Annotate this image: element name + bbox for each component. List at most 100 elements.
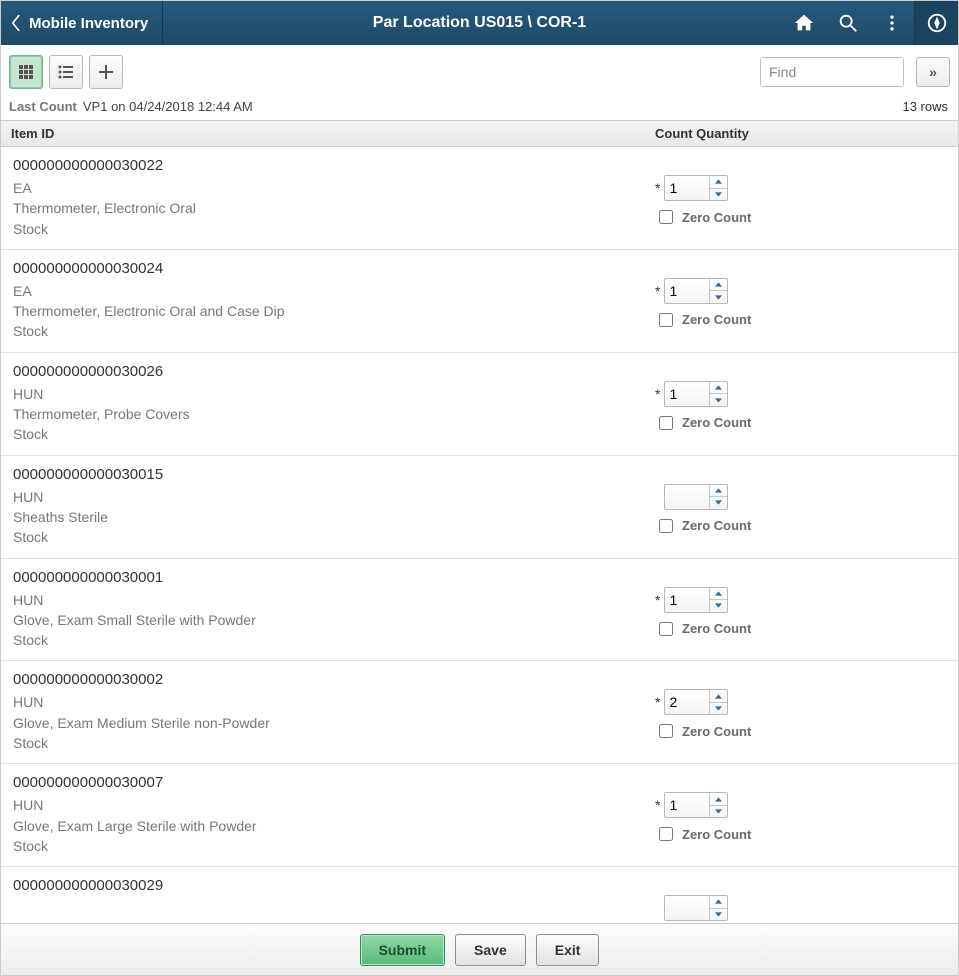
step-up-icon[interactable] <box>710 176 727 189</box>
item-description: Sheaths Sterile <box>13 507 649 527</box>
quantity-input[interactable] <box>665 176 709 200</box>
step-up-icon[interactable] <box>710 382 727 395</box>
item-stock: Stock <box>13 630 649 650</box>
quantity-stepper[interactable] <box>664 175 728 201</box>
quantity-stepper[interactable] <box>664 278 728 304</box>
zero-count-label[interactable]: Zero Count <box>682 210 751 225</box>
step-down-icon[interactable] <box>710 600 727 612</box>
toolbar: » <box>1 45 958 97</box>
step-down-icon[interactable] <box>710 806 727 818</box>
step-down-icon[interactable] <box>710 189 727 201</box>
table-row: 000000000000030026 HUNThermometer, Probe … <box>1 353 958 456</box>
required-indicator: * <box>655 592 660 608</box>
item-list[interactable]: 000000000000030022EAThermometer, Electro… <box>1 147 958 923</box>
chevrons-right-icon: » <box>929 64 937 80</box>
item-stock: Stock <box>13 321 649 341</box>
item-stock: Stock <box>13 836 649 856</box>
step-up-icon[interactable] <box>710 793 727 806</box>
quantity-stepper[interactable] <box>664 689 728 715</box>
table-row: 000000000000030024EAThermometer, Electro… <box>1 250 958 353</box>
item-description: Glove, Exam Small Sterile with Powder <box>13 610 649 630</box>
quantity-stepper[interactable] <box>664 895 728 921</box>
footer: Submit Save Exit <box>1 923 958 975</box>
kebab-menu-icon[interactable] <box>870 1 914 45</box>
zero-count-label[interactable]: Zero Count <box>682 621 751 636</box>
item-stock: Stock <box>13 219 649 239</box>
zero-count-checkbox[interactable] <box>659 210 673 224</box>
step-down-icon[interactable] <box>710 703 727 715</box>
submit-button[interactable]: Submit <box>360 934 445 966</box>
quantity-stepper[interactable] <box>664 792 728 818</box>
quantity-input[interactable] <box>665 279 709 303</box>
quantity-input[interactable] <box>665 588 709 612</box>
step-down-icon[interactable] <box>710 291 727 303</box>
item-description: Glove, Exam Medium Sterile non-Powder <box>13 713 649 733</box>
quantity-input[interactable] <box>665 690 709 714</box>
zero-count-checkbox[interactable] <box>659 416 673 430</box>
quantity-input[interactable] <box>665 896 709 920</box>
zero-count-checkbox[interactable] <box>659 724 673 738</box>
item-id: 000000000000030026 <box>13 363 649 380</box>
zero-count-checkbox[interactable] <box>659 827 673 841</box>
item-description: Thermometer, Probe Covers <box>13 404 649 424</box>
last-count-label: Last Count <box>9 99 77 114</box>
item-id: 000000000000030007 <box>13 774 649 791</box>
column-header: Item ID Count Quantity <box>1 120 958 147</box>
item-id: 000000000000030029 <box>13 877 649 894</box>
item-stock: Stock <box>13 424 649 444</box>
item-uom: HUN <box>13 590 649 610</box>
chevron-left-icon <box>7 14 25 32</box>
zero-count-label[interactable]: Zero Count <box>682 827 751 842</box>
zero-count-checkbox[interactable] <box>659 519 673 533</box>
back-label: Mobile Inventory <box>29 15 148 32</box>
item-description: Thermometer, Electronic Oral and Case Di… <box>13 301 649 321</box>
list-view-button[interactable] <box>49 55 83 89</box>
table-row: 000000000000030007 HUNGlove, Exam Large S… <box>1 764 958 867</box>
step-up-icon[interactable] <box>710 690 727 703</box>
save-button[interactable]: Save <box>455 934 526 966</box>
zero-count-label[interactable]: Zero Count <box>682 312 751 327</box>
grid-view-button[interactable] <box>9 55 43 89</box>
step-up-icon[interactable] <box>710 588 727 601</box>
search-icon[interactable] <box>826 1 870 45</box>
zero-count-label[interactable]: Zero Count <box>682 724 751 739</box>
quantity-stepper[interactable] <box>664 381 728 407</box>
item-id: 000000000000030015 <box>13 466 649 483</box>
table-row: 000000000000030029*Zero Count <box>1 867 958 923</box>
quantity-stepper[interactable] <box>664 587 728 613</box>
step-up-icon[interactable] <box>710 485 727 498</box>
required-indicator: * <box>655 386 660 402</box>
item-id: 000000000000030002 <box>13 671 649 688</box>
quantity-input[interactable] <box>665 485 709 509</box>
step-up-icon[interactable] <box>710 279 727 292</box>
zero-count-checkbox[interactable] <box>659 622 673 636</box>
item-uom: EA <box>13 178 649 198</box>
home-icon[interactable] <box>782 1 826 45</box>
item-uom: EA <box>13 281 649 301</box>
step-down-icon[interactable] <box>710 497 727 509</box>
back-button[interactable]: Mobile Inventory <box>1 1 163 45</box>
exit-button[interactable]: Exit <box>536 934 600 966</box>
item-description: Glove, Exam Large Sterile with Powder <box>13 816 649 836</box>
quantity-stepper[interactable] <box>664 484 728 510</box>
step-down-icon[interactable] <box>710 394 727 406</box>
expand-button[interactable]: » <box>916 57 950 87</box>
quantity-input[interactable] <box>665 382 709 406</box>
compass-icon[interactable] <box>914 1 958 45</box>
item-id: 000000000000030001 <box>13 569 649 586</box>
quantity-input[interactable] <box>665 793 709 817</box>
item-uom: HUN <box>13 384 649 404</box>
item-uom: HUN <box>13 795 649 815</box>
step-down-icon[interactable] <box>710 909 727 921</box>
zero-count-checkbox[interactable] <box>659 313 673 327</box>
last-count-value: VP1 on 04/24/2018 12:44 AM <box>83 99 253 114</box>
table-row: 000000000000030015HUNSheaths SterileStoc… <box>1 456 958 559</box>
col-count-qty: Count Quantity <box>649 126 958 141</box>
zero-count-label[interactable]: Zero Count <box>682 415 751 430</box>
table-row: 000000000000030002 HUNGlove, Exam Medium … <box>1 661 958 764</box>
item-uom: HUN <box>13 692 649 712</box>
find-input[interactable] <box>760 57 904 87</box>
step-up-icon[interactable] <box>710 896 727 909</box>
zero-count-label[interactable]: Zero Count <box>682 518 751 533</box>
add-button[interactable] <box>89 55 123 89</box>
